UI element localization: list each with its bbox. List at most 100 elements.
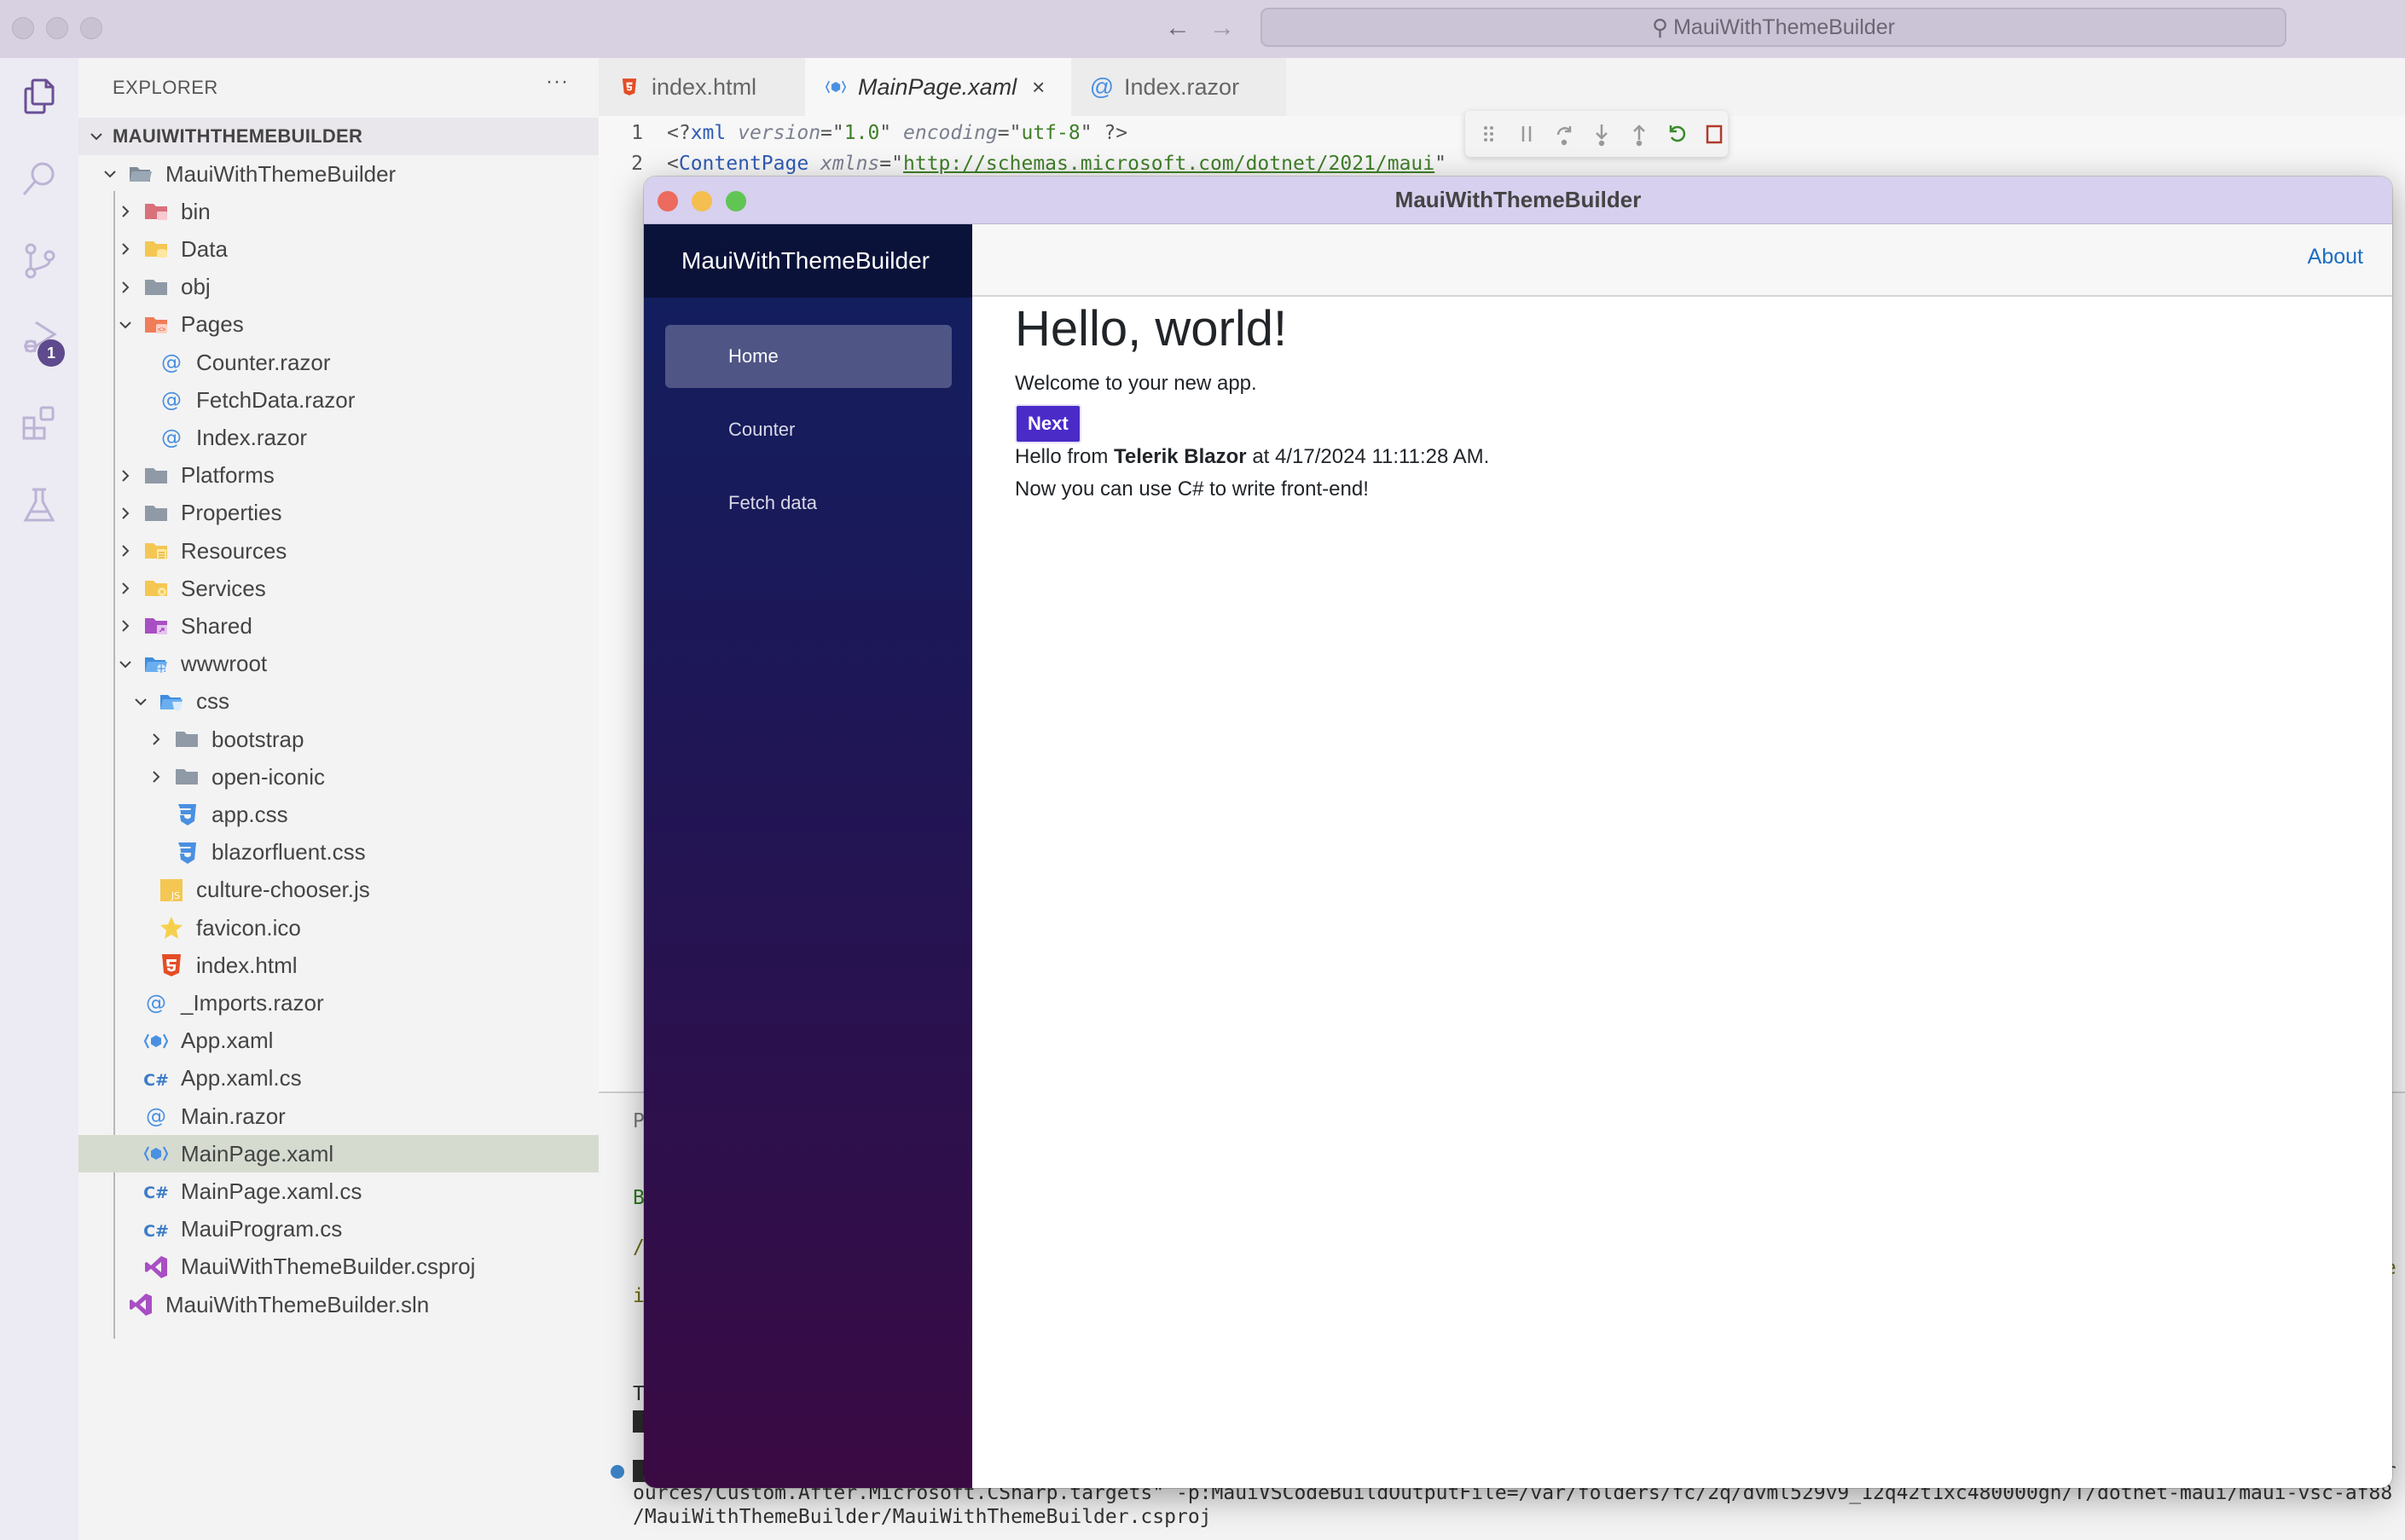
tab-label: Index.razor — [1124, 73, 1240, 100]
tree-folder[interactable]: Resources — [78, 532, 599, 570]
csharp-text: Now you can use C# to write front-end! — [1015, 478, 1369, 501]
chevron-right-icon[interactable] — [116, 466, 135, 485]
tree-folder[interactable]: obj — [78, 269, 599, 306]
files-icon[interactable] — [19, 75, 60, 116]
tab-label: index.html — [652, 73, 757, 100]
debug-icon[interactable]: 1 — [19, 317, 65, 367]
drag-handle-icon[interactable] — [1477, 120, 1501, 148]
tab-index-razor[interactable]: @ Index.razor — [1071, 58, 1286, 116]
tree-item-label: FetchData.razor — [196, 386, 356, 413]
folder-services-icon — [143, 576, 169, 601]
tree-file[interactable]: C# MauiProgram.cs — [78, 1211, 599, 1248]
tree-file[interactable]: App.xaml — [78, 1022, 599, 1060]
close-window-button[interactable] — [12, 17, 34, 39]
step-into-icon[interactable] — [1590, 120, 1614, 148]
razor-file-icon: @ — [159, 350, 184, 375]
tree-folder[interactable]: Shared — [78, 607, 599, 645]
chevron-right-icon[interactable] — [116, 579, 135, 598]
tree-item-label: MainPage.xaml — [181, 1140, 334, 1167]
chevron-down-icon[interactable] — [101, 165, 119, 183]
tab-label: MainPage.xaml — [858, 73, 1017, 100]
extensions-icon[interactable] — [19, 402, 60, 443]
step-over-icon[interactable] — [1552, 120, 1576, 148]
tree-folder[interactable]: Services — [78, 570, 599, 607]
tree-file[interactable]: JS culture-chooser.js — [78, 871, 599, 909]
tree-item-label: wwwroot — [181, 651, 268, 677]
tree-folder[interactable]: wwwroot — [78, 646, 599, 683]
tree-file[interactable]: MauiWithThemeBuilder.csproj — [78, 1248, 599, 1286]
forward-arrow-icon[interactable]: → — [1209, 12, 1235, 44]
minimize-window-button[interactable] — [46, 17, 68, 39]
nav-item-counter[interactable]: Counter — [665, 398, 972, 461]
tree-file[interactable]: C# App.xaml.cs — [78, 1060, 599, 1097]
terminal-fragment: / — [633, 1236, 645, 1259]
tree-folder[interactable]: open-iconic — [78, 758, 599, 796]
tree-file[interactable]: C# MainPage.xaml.cs — [78, 1172, 599, 1210]
tree-folder[interactable]: Properties — [78, 495, 599, 532]
tab-index-html[interactable]: index.html — [599, 58, 805, 116]
app-close-button[interactable] — [658, 191, 678, 211]
chevron-right-icon[interactable] — [147, 767, 165, 786]
flask-icon[interactable] — [19, 484, 60, 525]
chevron-right-icon[interactable] — [116, 504, 135, 523]
tree-file[interactable]: app.css — [78, 796, 599, 833]
chevron-down-icon[interactable] — [116, 316, 135, 334]
chevron-right-icon[interactable] — [116, 202, 135, 221]
svg-text:C#: C# — [143, 1071, 169, 1090]
maui-app-window: MauiWithThemeBuilder MauiWithThemeBuilde… — [644, 177, 2392, 1488]
chevron-right-icon[interactable] — [116, 240, 135, 258]
app-brand[interactable]: MauiWithThemeBuilder — [681, 247, 930, 275]
tree-folder[interactable]: bin — [78, 193, 599, 230]
chevron-down-icon[interactable] — [131, 692, 150, 711]
tree-folder[interactable]: bootstrap — [78, 721, 599, 758]
close-tab-icon[interactable]: × — [1032, 74, 1045, 101]
chevron-right-icon[interactable] — [116, 278, 135, 297]
tree-item-label: MauiWithThemeBuilder.sln — [165, 1291, 430, 1317]
tree-file[interactable]: @ Main.razor — [78, 1097, 599, 1135]
maximize-window-button[interactable] — [80, 17, 102, 39]
star-icon — [159, 915, 184, 941]
tree-item-label: blazorfluent.css — [212, 839, 366, 866]
source-control-icon[interactable] — [19, 240, 60, 281]
tree-folder[interactable]: Data — [78, 230, 599, 268]
razor-file-icon: @ — [159, 425, 184, 450]
tree-file[interactable]: @ _Imports.razor — [78, 984, 599, 1022]
chevron-right-icon[interactable] — [116, 541, 135, 560]
about-link[interactable]: About — [2308, 245, 2363, 269]
tree-file[interactable]: @ Counter.razor — [78, 344, 599, 381]
tree-item-label: App.xaml — [181, 1028, 274, 1054]
tab-mainpage-xaml[interactable]: MainPage.xaml × — [805, 58, 1071, 116]
pause-icon[interactable] — [1515, 120, 1539, 148]
next-button[interactable]: Next — [1015, 404, 1081, 443]
tree-folder[interactable]: <> Pages — [78, 306, 599, 344]
nav-item-home[interactable]: Home — [665, 325, 952, 388]
tree-file[interactable]: index.html — [78, 947, 599, 984]
chevron-right-icon[interactable] — [116, 617, 135, 635]
more-actions-button[interactable]: ··· — [546, 70, 569, 94]
stop-icon[interactable] — [1702, 120, 1726, 148]
folder-icon — [143, 275, 169, 300]
tree-file[interactable]: MauiWithThemeBuilder.sln — [78, 1286, 599, 1323]
tree-file[interactable]: favicon.ico — [78, 909, 599, 947]
tree-file[interactable]: blazorfluent.css — [78, 834, 599, 871]
command-center-search[interactable]: ⚲ MauiWithThemeBuilder — [1260, 8, 2286, 47]
search-icon[interactable] — [19, 159, 60, 200]
nav-item-fetch-data[interactable]: Fetch data — [665, 472, 972, 535]
tree-file[interactable]: @ Index.razor — [78, 419, 599, 456]
back-arrow-icon[interactable]: ← — [1165, 12, 1191, 44]
tree-folder[interactable]: MauiWithThemeBuilder — [78, 155, 599, 193]
restart-icon[interactable] — [1665, 120, 1689, 148]
tree-file[interactable]: @ FetchData.razor — [78, 381, 599, 419]
chevron-down-icon[interactable] — [116, 655, 135, 674]
workspace-root[interactable]: MAUIWITHTHEMEBUILDER — [78, 118, 599, 155]
code-token: " — [1434, 153, 1446, 175]
step-out-icon[interactable] — [1627, 120, 1651, 148]
tree-folder[interactable]: Platforms — [78, 457, 599, 495]
app-minimize-button[interactable] — [692, 191, 712, 211]
app-maximize-button[interactable] — [726, 191, 746, 211]
code-token: < — [667, 153, 679, 175]
tree-file[interactable]: MainPage.xaml — [78, 1135, 599, 1173]
chevron-right-icon[interactable] — [147, 730, 165, 749]
tree-folder[interactable]: css — [78, 683, 599, 721]
